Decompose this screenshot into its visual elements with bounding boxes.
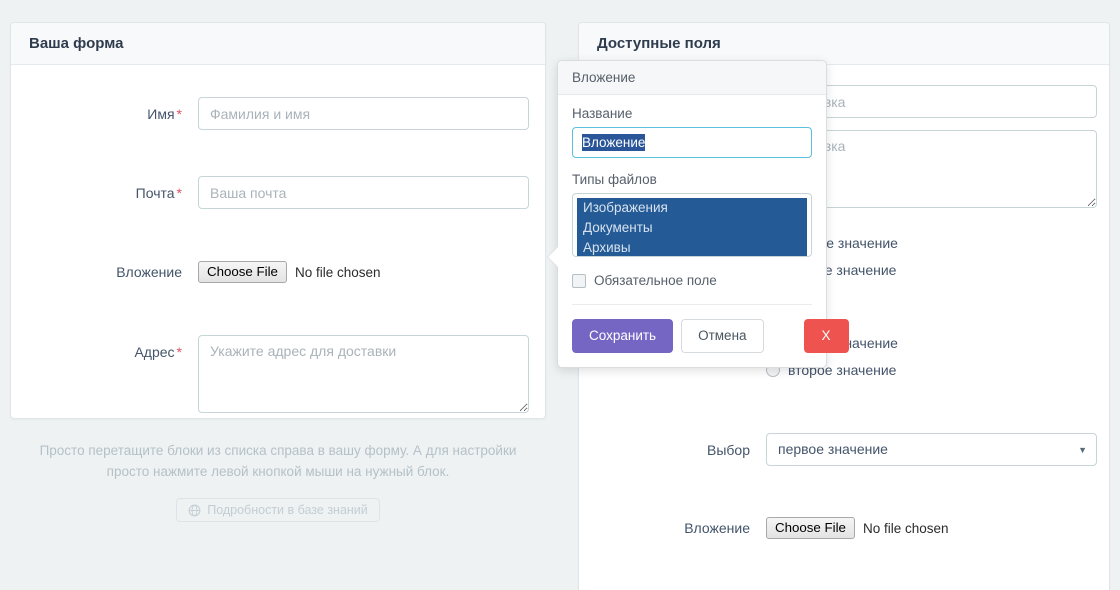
popup-title-input-value: Вложение — [582, 134, 646, 151]
popup-title-input[interactable]: Вложение — [572, 127, 812, 158]
your-form-body: Имя* Почта* Вложение — [11, 65, 545, 428]
popup-title-label: Название — [572, 106, 633, 121]
email-label-text: Почта — [135, 185, 175, 201]
email-control — [198, 176, 533, 209]
popup-filetypes-label: Типы файлов — [572, 172, 657, 187]
form-row-name: Имя * — [11, 97, 545, 131]
file-status-text: No file chosen — [862, 520, 949, 536]
filetype-option[interactable]: Архивы — [577, 238, 807, 256]
attachment-control: Choose File No file chosen — [198, 255, 533, 289]
select-control: первое значение ▼ — [766, 433, 1097, 466]
chevron-down-icon: ▼ — [1078, 445, 1087, 455]
popup-required-row[interactable]: Обязательное поле — [572, 273, 812, 288]
available-fields-title: Доступные поля — [579, 23, 1109, 65]
popup-body: Название Вложение Типы файлов Изображени… — [558, 95, 849, 367]
field-settings-popup: Вложение Название Вложение Типы файлов И… — [547, 60, 849, 368]
attachment-label-right: Вложение — [684, 520, 750, 536]
available-field-row-select: Выбор первое значение ▼ — [579, 433, 1109, 467]
address-textarea[interactable] — [198, 335, 529, 413]
filetype-option[interactable]: Изображения — [577, 198, 807, 218]
name-label: Имя * — [23, 97, 198, 131]
choose-file-button[interactable]: Choose File — [766, 517, 855, 539]
popup-divider — [572, 304, 812, 305]
form-row-attachment: Вложение Choose File No file chosen — [11, 255, 545, 289]
address-control — [198, 335, 533, 418]
help-text: Просто перетащите блоки из списка справа… — [39, 443, 517, 479]
knowledge-base-button[interactable]: Подробности в базе знаний — [176, 498, 380, 522]
popup-required-label: Обязательное поле — [594, 273, 717, 288]
form-row-email: Почта * — [11, 176, 545, 210]
required-star: * — [176, 344, 182, 360]
save-button[interactable]: Сохранить — [572, 319, 674, 353]
choose-file-button[interactable]: Choose File — [198, 261, 287, 283]
name-input[interactable] — [198, 97, 529, 130]
file-status-text: No file chosen — [294, 264, 381, 280]
popup-actions: Сохранить Отмена X — [572, 319, 849, 353]
popup-header: Вложение — [558, 61, 826, 95]
address-label: Адрес * — [23, 335, 198, 369]
help-block: Просто перетащите блоки из списка справа… — [10, 440, 546, 522]
name-label-text: Имя — [147, 106, 175, 122]
file-input-right[interactable]: Choose File No file chosen — [766, 511, 1097, 545]
checkbox-icon[interactable] — [572, 273, 586, 288]
your-form-title: Ваша форма — [11, 23, 545, 65]
email-input[interactable] — [198, 176, 529, 209]
address-label-text: Адрес — [134, 344, 175, 360]
popup-spacer — [572, 158, 812, 172]
choice-select[interactable]: первое значение ▼ — [766, 433, 1097, 466]
close-button[interactable]: X — [803, 319, 849, 353]
app-page: Доступные поля Подсказка Подсказка перво… — [0, 0, 1120, 590]
select-label: Выбор — [707, 442, 750, 458]
required-star: * — [176, 106, 182, 122]
attachment-label: Вложение — [116, 264, 182, 280]
email-label: Почта * — [23, 176, 198, 210]
name-control — [198, 97, 533, 130]
filetype-option[interactable]: Документы — [577, 218, 807, 238]
cancel-button[interactable]: Отмена — [681, 319, 764, 353]
popup-arrow-fill — [548, 247, 558, 267]
attachment-control-right: Choose File No file chosen — [766, 511, 1097, 545]
form-row-address: Адрес * — [11, 335, 545, 418]
choice-select-value: первое значение — [778, 441, 888, 457]
required-star: * — [176, 185, 182, 201]
available-field-row-file: Вложение Choose File No file chosen — [579, 511, 1109, 545]
your-form-card: Ваша форма Имя* Почта* — [10, 22, 546, 419]
file-input-left[interactable]: Choose File No file chosen — [198, 255, 533, 289]
knowledge-base-button-label: Подробности в базе знаний — [207, 503, 368, 517]
popup-filetypes-listbox[interactable]: Изображения Документы Архивы — [572, 193, 812, 257]
globe-icon — [188, 504, 201, 517]
